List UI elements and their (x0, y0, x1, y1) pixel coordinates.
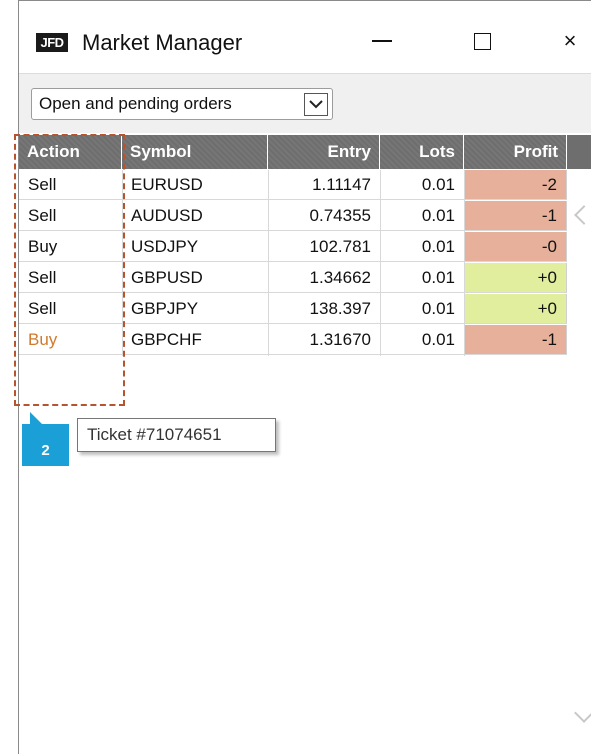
cell-lots: 0.01 (380, 201, 464, 231)
cell-symbol: AUDUSD (122, 201, 268, 231)
cell-action: Sell (19, 201, 122, 231)
cell-entry: 0.74355 (268, 201, 380, 231)
cell-entry: 102.781 (268, 232, 380, 262)
table-row[interactable]: Sell GBPJPY 138.397 0.01 +0 (19, 294, 591, 325)
cell-symbol: GBPJPY (122, 294, 268, 324)
header-action[interactable]: Action (19, 135, 122, 169)
cell-profit: +0 (464, 294, 567, 324)
title-bar[interactable]: JFD Market Manager × (19, 1, 591, 73)
table-row[interactable]: Sell EURUSD 1.11147 0.01 -2 (19, 170, 591, 201)
cell-lots: 0.01 (380, 325, 464, 355)
order-filter-dropdown[interactable]: Open and pending orders (31, 88, 333, 120)
cell-profit: -1 (464, 201, 567, 231)
column-divider (464, 170, 465, 356)
cell-symbol: EURUSD (122, 170, 268, 200)
maximize-button[interactable] (457, 21, 507, 61)
cell-profit: -0 (464, 232, 567, 262)
cell-symbol: GBPCHF (122, 325, 268, 355)
cell-lots: 0.01 (380, 170, 464, 200)
minimize-button[interactable] (357, 21, 407, 61)
cell-action: Buy (19, 325, 122, 355)
cell-symbol: GBPUSD (122, 263, 268, 293)
header-entry[interactable]: Entry (268, 135, 380, 169)
cell-entry: 1.34662 (268, 263, 380, 293)
close-icon: × (563, 28, 577, 53)
cell-profit: -1 (464, 325, 567, 355)
cell-entry: 1.31670 (268, 325, 380, 355)
table-row[interactable]: Sell GBPUSD 1.34662 0.01 +0 (19, 263, 591, 294)
cell-action: Sell (19, 263, 122, 293)
cell-entry: 1.11147 (268, 170, 380, 200)
market-manager-window: JFD Market Manager × Open and pending or… (18, 0, 591, 754)
header-lots[interactable]: Lots (380, 135, 464, 169)
jfd-logo: JFD (36, 33, 68, 52)
table-row[interactable]: Buy GBPCHF 1.31670 0.01 -1 (19, 325, 591, 356)
cell-action: Sell (19, 170, 122, 200)
order-filter-value: Open and pending orders (39, 94, 232, 113)
cell-lots: 0.01 (380, 294, 464, 324)
header-filler (567, 135, 591, 169)
header-symbol[interactable]: Symbol (122, 135, 268, 169)
window-title: Market Manager (82, 30, 243, 55)
minimize-icon (372, 40, 392, 42)
cell-action: Sell (19, 294, 122, 324)
callout-pointer (30, 412, 42, 424)
cell-action: Buy (19, 232, 122, 262)
close-button[interactable]: × (545, 21, 591, 61)
cell-lots: 0.01 (380, 232, 464, 262)
chevron-down-icon[interactable] (304, 93, 328, 116)
column-divider (268, 170, 269, 356)
cell-profit: -2 (464, 170, 567, 200)
ticket-tooltip: Ticket #71074651 (77, 418, 276, 452)
cell-profit: +0 (464, 263, 567, 293)
column-divider (122, 170, 123, 356)
cell-entry: 138.397 (268, 294, 380, 324)
cell-symbol: USDJPY (122, 232, 268, 262)
cell-lots: 0.01 (380, 263, 464, 293)
step-badge: 2 (22, 424, 69, 466)
header-profit[interactable]: Profit (464, 135, 567, 169)
table-row[interactable]: Buy USDJPY 102.781 0.01 -0 (19, 232, 591, 263)
toolbar: Open and pending orders (19, 73, 591, 133)
column-divider (380, 170, 381, 356)
maximize-icon (473, 32, 491, 50)
table-row[interactable]: Sell AUDUSD 0.74355 0.01 -1 (19, 201, 591, 232)
